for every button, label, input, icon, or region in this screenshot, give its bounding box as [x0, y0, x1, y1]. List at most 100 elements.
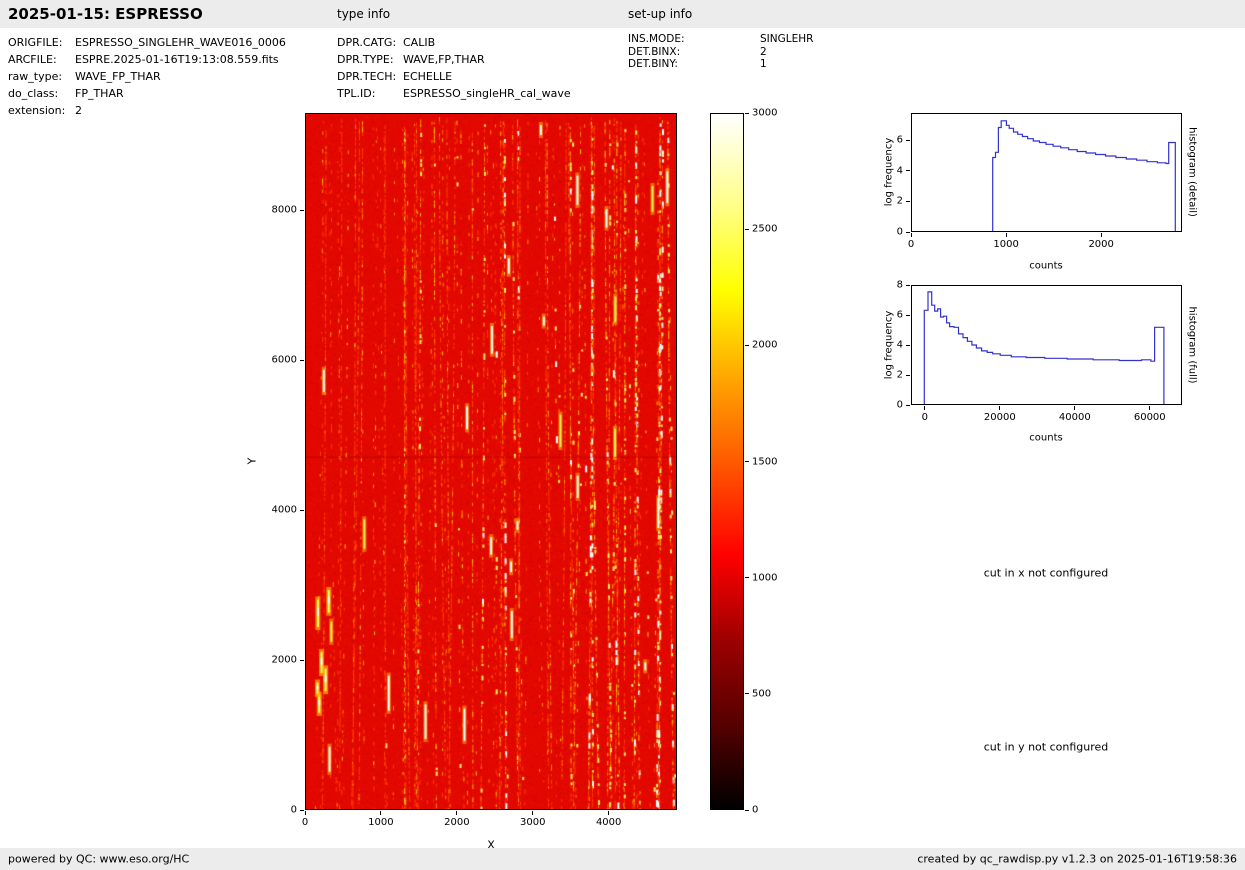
- info-label: extension:: [8, 102, 75, 119]
- x-tick-mark: [456, 811, 457, 815]
- y-tick-mark: [906, 285, 910, 286]
- y-tick-label: 0: [897, 400, 903, 411]
- info-value: ECHELLE: [403, 70, 452, 83]
- y-tick-mark: [300, 660, 304, 661]
- histogram-detail-line-chart: [912, 114, 1181, 231]
- y-tick-label: 2: [897, 370, 903, 381]
- info-row: extension:2: [8, 102, 286, 119]
- histogram-detail-x-axis-label: counts: [1029, 261, 1062, 272]
- header-bar: 2025-01-15: ESPRESSO type info set-up in…: [0, 0, 1245, 28]
- y-tick-mark: [906, 232, 910, 233]
- footer-created-by: created by qc_rawdisp.py v1.2.3 on 2025-…: [917, 853, 1237, 866]
- info-value: WAVE,FP,THAR: [403, 53, 485, 66]
- colorbar-tick-mark: [745, 461, 749, 462]
- info-row: ARCFILE:ESPRE.2025-01-16T19:13:08.559.fi…: [8, 51, 286, 68]
- colorbar-tick-label: 1000: [752, 572, 777, 583]
- y-tick-mark: [906, 170, 910, 171]
- y-tick-label: 8000: [272, 205, 297, 216]
- info-label: ARCFILE:: [8, 51, 75, 68]
- info-label: DET.BINY:: [628, 58, 760, 71]
- info-label: INS.MODE:: [628, 33, 760, 46]
- colorbar: [710, 113, 744, 810]
- histogram-detail-title: histogram (detail): [1187, 127, 1198, 217]
- info-value: ESPRESSO_singleHR_cal_wave: [403, 87, 571, 100]
- y-tick-mark: [906, 405, 910, 406]
- info-label: DPR.TYPE:: [337, 51, 403, 68]
- info-row: DET.BINX:2: [628, 46, 813, 59]
- x-tick-mark: [999, 406, 1000, 410]
- y-tick-label: 0: [897, 227, 903, 238]
- colorbar-tick-mark: [745, 345, 749, 346]
- info-row: TPL.ID:ESPRESSO_singleHR_cal_wave: [337, 85, 571, 102]
- y-tick-mark: [906, 140, 910, 141]
- colorbar-tick-mark: [745, 577, 749, 578]
- x-tick-mark: [1006, 233, 1007, 237]
- info-row: DPR.TYPE:WAVE,FP,THAR: [337, 51, 571, 68]
- info-value: ESPRE.2025-01-16T19:13:08.559.fits: [75, 53, 279, 66]
- x-tick-mark: [1074, 406, 1075, 410]
- x-tick-label: 4000: [596, 817, 621, 828]
- y-tick-mark: [906, 315, 910, 316]
- y-tick-mark: [300, 510, 304, 511]
- x-tick-label: 40000: [1059, 412, 1091, 423]
- info-row: DPR.TECH:ECHELLE: [337, 68, 571, 85]
- info-label: ORIGFILE:: [8, 34, 75, 51]
- setup-info-heading: set-up info: [628, 7, 692, 21]
- x-tick-mark: [608, 811, 609, 815]
- x-tick-label: 60000: [1134, 412, 1166, 423]
- detector-image: [306, 114, 676, 809]
- colorbar-tick-label: 3000: [752, 108, 777, 119]
- x-tick-label: 3000: [520, 817, 545, 828]
- cut-x-notice: cut in x not configured: [984, 567, 1109, 580]
- info-value: 2: [75, 104, 82, 117]
- info-value: 1: [760, 58, 767, 70]
- colorbar-tick-label: 1500: [752, 456, 777, 467]
- type-info-heading: type info: [337, 7, 390, 21]
- page-title: 2025-01-15: ESPRESSO: [8, 5, 203, 23]
- x-tick-label: 0: [922, 412, 928, 423]
- info-value: WAVE_FP_THAR: [75, 70, 161, 83]
- file-info-block: ORIGFILE:ESPRESSO_SINGLEHR_WAVE016_0006A…: [8, 34, 286, 119]
- info-value: ESPRESSO_SINGLEHR_WAVE016_0006: [75, 36, 286, 49]
- info-label: DPR.CATG:: [337, 34, 403, 51]
- footer-bar: powered by QC: www.eso.org/HC created by…: [0, 848, 1245, 870]
- info-value: 2: [760, 46, 767, 58]
- x-tick-label: 20000: [984, 412, 1016, 423]
- y-tick-label: 6: [897, 135, 903, 146]
- y-tick-label: 8: [897, 280, 903, 291]
- colorbar-tick-label: 2000: [752, 340, 777, 351]
- x-tick-mark: [1149, 406, 1150, 410]
- info-row: DET.BINY:1: [628, 58, 813, 71]
- colorbar-tick-label: 500: [752, 688, 771, 699]
- y-tick-mark: [300, 360, 304, 361]
- y-tick-label: 6: [897, 310, 903, 321]
- detector-image-plot: [305, 113, 677, 810]
- info-value: CALIB: [403, 36, 435, 49]
- x-tick-label: 1000: [993, 239, 1018, 250]
- type-info-block: DPR.CATG:CALIBDPR.TYPE:WAVE,FP,THARDPR.T…: [337, 34, 571, 102]
- y-tick-label: 2000: [272, 655, 297, 666]
- info-row: do_class:FP_THAR: [8, 85, 286, 102]
- colorbar-tick-mark: [745, 229, 749, 230]
- x-tick-label: 1000: [368, 817, 393, 828]
- histogram-detail-plot: [911, 113, 1182, 232]
- info-label: do_class:: [8, 85, 75, 102]
- x-tick-mark: [911, 233, 912, 237]
- histogram-full-line-chart: [912, 286, 1181, 404]
- colorbar-tick-label: 0: [752, 805, 758, 816]
- info-row: ORIGFILE:ESPRESSO_SINGLEHR_WAVE016_0006: [8, 34, 286, 51]
- y-tick-label: 6000: [272, 355, 297, 366]
- y-tick-mark: [906, 375, 910, 376]
- colorbar-tick-label: 2500: [752, 224, 777, 235]
- histogram-step-line: [993, 121, 1176, 231]
- info-row: DPR.CATG:CALIB: [337, 34, 571, 51]
- y-tick-label: 4: [897, 165, 903, 176]
- colorbar-tick-mark: [745, 113, 749, 114]
- x-tick-label: 0: [908, 239, 914, 250]
- histogram-full-plot: [911, 285, 1182, 405]
- x-tick-label: 2000: [444, 817, 469, 828]
- histogram-full-x-axis-label: counts: [1029, 433, 1062, 444]
- y-tick-label: 4000: [272, 505, 297, 516]
- y-tick-label: 0: [291, 805, 297, 816]
- footer-powered-by: powered by QC: www.eso.org/HC: [8, 853, 189, 866]
